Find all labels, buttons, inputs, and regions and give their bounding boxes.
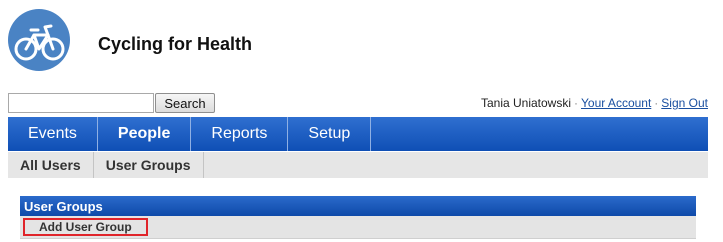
add-user-group-button[interactable]: Add User Group — [23, 218, 148, 236]
user-name: Tania Uniatowski — [480, 96, 572, 110]
your-account-link[interactable]: Your Account — [581, 96, 651, 110]
panel-toolbar: Add User Group — [20, 216, 696, 239]
nav-item-people[interactable]: People — [98, 117, 192, 151]
search-input[interactable] — [8, 93, 154, 113]
site-logo — [8, 9, 70, 71]
nav-item-events[interactable]: Events — [8, 117, 98, 151]
subnav-item-user-groups[interactable]: User Groups — [94, 152, 204, 178]
separator: · — [654, 96, 659, 110]
bicycle-icon — [14, 24, 65, 61]
panel-title: User Groups — [20, 196, 696, 216]
user-bar: Tania Uniatowski · Your Account · Sign Out — [481, 96, 708, 110]
separator: · — [574, 96, 579, 110]
main-nav: Events People Reports Setup — [8, 117, 708, 151]
nav-item-setup[interactable]: Setup — [288, 117, 372, 151]
subnav-item-all-users[interactable]: All Users — [8, 152, 94, 178]
search-button[interactable]: Search — [155, 93, 215, 113]
sign-out-link[interactable]: Sign Out — [661, 96, 708, 110]
sub-nav: All Users User Groups — [8, 152, 708, 178]
site-title: Cycling for Health — [98, 34, 253, 54]
nav-item-reports[interactable]: Reports — [191, 117, 289, 151]
